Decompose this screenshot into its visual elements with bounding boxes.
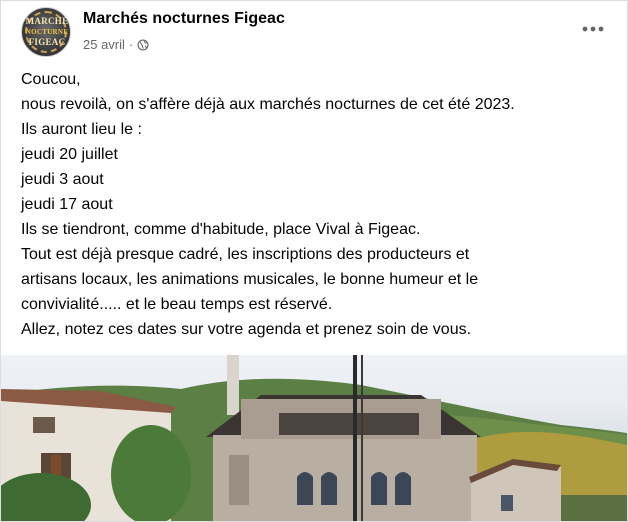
page-avatar[interactable]: MARCHE NOCTURNE FIGEAC — [21, 7, 71, 57]
avatar-text-line2: NOCTURNE — [25, 28, 69, 36]
post-text-line: Coucou, — [21, 71, 81, 88]
post-text-line: convivialité..... et le beau temps est r… — [21, 296, 333, 313]
more-horizontal-icon — [582, 26, 604, 32]
post-header: MARCHE NOCTURNE FIGEAC Marchés nocturnes… — [1, 1, 627, 63]
facebook-post: MARCHE NOCTURNE FIGEAC Marchés nocturnes… — [0, 0, 628, 522]
meta-separator: · — [128, 36, 134, 52]
page-name-link[interactable]: Marchés nocturnes Figeac — [83, 10, 285, 28]
town-square-photo — [1, 355, 627, 521]
post-date-link[interactable]: 25 avril — [83, 37, 125, 52]
more-options-button[interactable] — [575, 15, 611, 43]
post-text-line: Tout est déjà presque cadré, les inscrip… — [21, 246, 470, 263]
globe-icon[interactable] — [137, 38, 149, 51]
post-message: Coucou, nous revoilà, on s'affère déjà a… — [21, 67, 621, 342]
post-photo[interactable] — [1, 355, 627, 521]
avatar-text-line3: FIGEAC — [28, 37, 66, 47]
post-meta: 25 avril · — [83, 36, 149, 52]
post-text-line: jeudi 17 aout — [21, 196, 113, 213]
post-text-line: Ils se tiendront, comme d'habitude, plac… — [21, 221, 421, 238]
post-text-line: Allez, notez ces dates sur votre agenda … — [21, 321, 472, 338]
post-text-line: jeudi 20 juillet — [21, 146, 118, 163]
post-text-line: nous revoilà, on s'affère déjà aux march… — [21, 96, 515, 113]
avatar-text-line1: MARCHE — [25, 16, 69, 26]
post-text-line: jeudi 3 aout — [21, 171, 104, 188]
post-text-line: artisans locaux, les animations musicale… — [21, 271, 479, 288]
post-text-line: Ils auront lieu le : — [21, 121, 142, 138]
